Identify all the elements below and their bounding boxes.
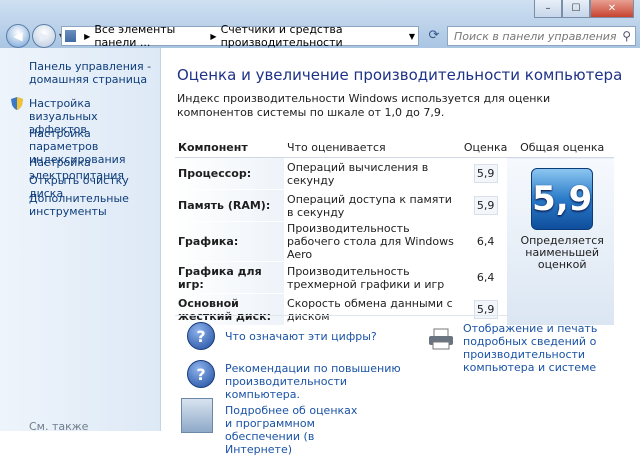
sidebar-item-home[interactable]: Панель управления - домашняя страница bbox=[29, 60, 157, 86]
search-input[interactable]: Поиск в панели управления ⚲ bbox=[447, 26, 636, 46]
window-chrome: – ☐ ✕ ◀ ▶ ▼ ▶ Все элементы панели ... ▶ … bbox=[0, 0, 640, 49]
page-title: Оценка и увеличение производительности к… bbox=[177, 66, 623, 84]
address-bar[interactable]: ▶ Все элементы панели ... ▶ Счетчики и с… bbox=[61, 23, 419, 49]
component-name: Основной жесткий диск: bbox=[175, 293, 285, 326]
improve-tips-link[interactable]: Рекомендации по повышению производительн… bbox=[225, 362, 425, 401]
see-also-heading: См. также bbox=[29, 420, 89, 433]
overall-score-badge: 5,9 bbox=[531, 168, 594, 230]
header-overall: Общая оценка bbox=[507, 138, 614, 158]
component-score: 6,4 bbox=[476, 271, 495, 284]
overall-score-panel: 5,9 Определяется наименьшей оценкой bbox=[507, 157, 614, 326]
component-description: Производительность рабочего стола для Wi… bbox=[284, 221, 461, 262]
what-numbers-link[interactable]: Что означают эти цифры? bbox=[225, 330, 415, 343]
table-row: Процессор: Операций вычисления в секунду… bbox=[175, 157, 614, 326]
component-description: Производительность трехмерной графики и … bbox=[284, 261, 461, 294]
control-panel-icon bbox=[65, 30, 77, 42]
component-score: 5,9 bbox=[473, 196, 498, 215]
component-description: Операций вычисления в секунду bbox=[284, 157, 461, 190]
breadcrumb-current[interactable]: Счетчики и средства производительности bbox=[221, 23, 418, 49]
intro-text: Индекс производительности Windows исполь… bbox=[177, 92, 551, 119]
header-component: Компонент bbox=[175, 138, 285, 158]
component-name: Память (RAM): bbox=[175, 189, 285, 222]
component-score: 5,9 bbox=[473, 300, 498, 319]
main-content: Оценка и увеличение производительности к… bbox=[161, 48, 640, 456]
minimize-button[interactable]: – bbox=[534, 0, 562, 18]
window-buttons: – ☐ ✕ bbox=[534, 0, 634, 18]
back-button[interactable]: ◀ bbox=[6, 24, 30, 48]
header-what: Что оценивается bbox=[284, 138, 461, 158]
chevron-right-icon[interactable]: ▶ bbox=[210, 32, 216, 41]
maximize-button[interactable]: ☐ bbox=[562, 0, 590, 18]
print-details-link[interactable]: Отображение и печать подробных сведений … bbox=[463, 322, 623, 374]
component-description: Скорость обмена данными с диском bbox=[284, 293, 461, 326]
shield-icon bbox=[11, 97, 23, 110]
chevron-down-icon[interactable]: ▼ bbox=[409, 32, 415, 41]
search-placeholder: Поиск в панели управления bbox=[454, 29, 617, 43]
component-name: Графика: bbox=[175, 221, 285, 262]
refresh-icon: ⟳ bbox=[428, 27, 440, 43]
nav-buttons: ◀ ▶ ▼ bbox=[6, 24, 65, 48]
component-name: Графика для игр: bbox=[175, 261, 285, 294]
chevron-right-icon[interactable]: ▶ bbox=[84, 32, 90, 41]
close-button[interactable]: ✕ bbox=[590, 0, 634, 18]
component-score: 5,9 bbox=[473, 164, 498, 183]
component-description: Операций доступа к памяти в секунду bbox=[284, 189, 461, 222]
search-icon[interactable]: ⚲ bbox=[616, 29, 631, 43]
more-info-link[interactable]: Подробнее об оценках и программном обесп… bbox=[225, 404, 365, 456]
help-icon[interactable]: ? bbox=[187, 322, 215, 350]
component-score: 6,4 bbox=[476, 235, 495, 248]
document-icon bbox=[181, 398, 213, 433]
divider bbox=[175, 315, 614, 316]
refresh-button[interactable]: ⟳ bbox=[424, 26, 444, 44]
header-score: Оценка bbox=[460, 138, 508, 158]
performance-table: Компонент Что оценивается Оценка Общая о… bbox=[175, 138, 614, 326]
forward-button[interactable]: ▶ bbox=[32, 24, 56, 48]
sidebar-item-advanced-tools[interactable]: Дополнительные инструменты bbox=[29, 192, 157, 218]
help-icon[interactable]: ? bbox=[187, 360, 215, 388]
printer-icon bbox=[429, 328, 453, 350]
sidebar: Панель управления - домашняя страница На… bbox=[0, 48, 161, 433]
overall-score-note: Определяется наименьшей оценкой bbox=[520, 234, 604, 271]
breadcrumb-root[interactable]: Все элементы панели ... bbox=[94, 23, 206, 49]
component-name: Процессор: bbox=[175, 157, 285, 190]
